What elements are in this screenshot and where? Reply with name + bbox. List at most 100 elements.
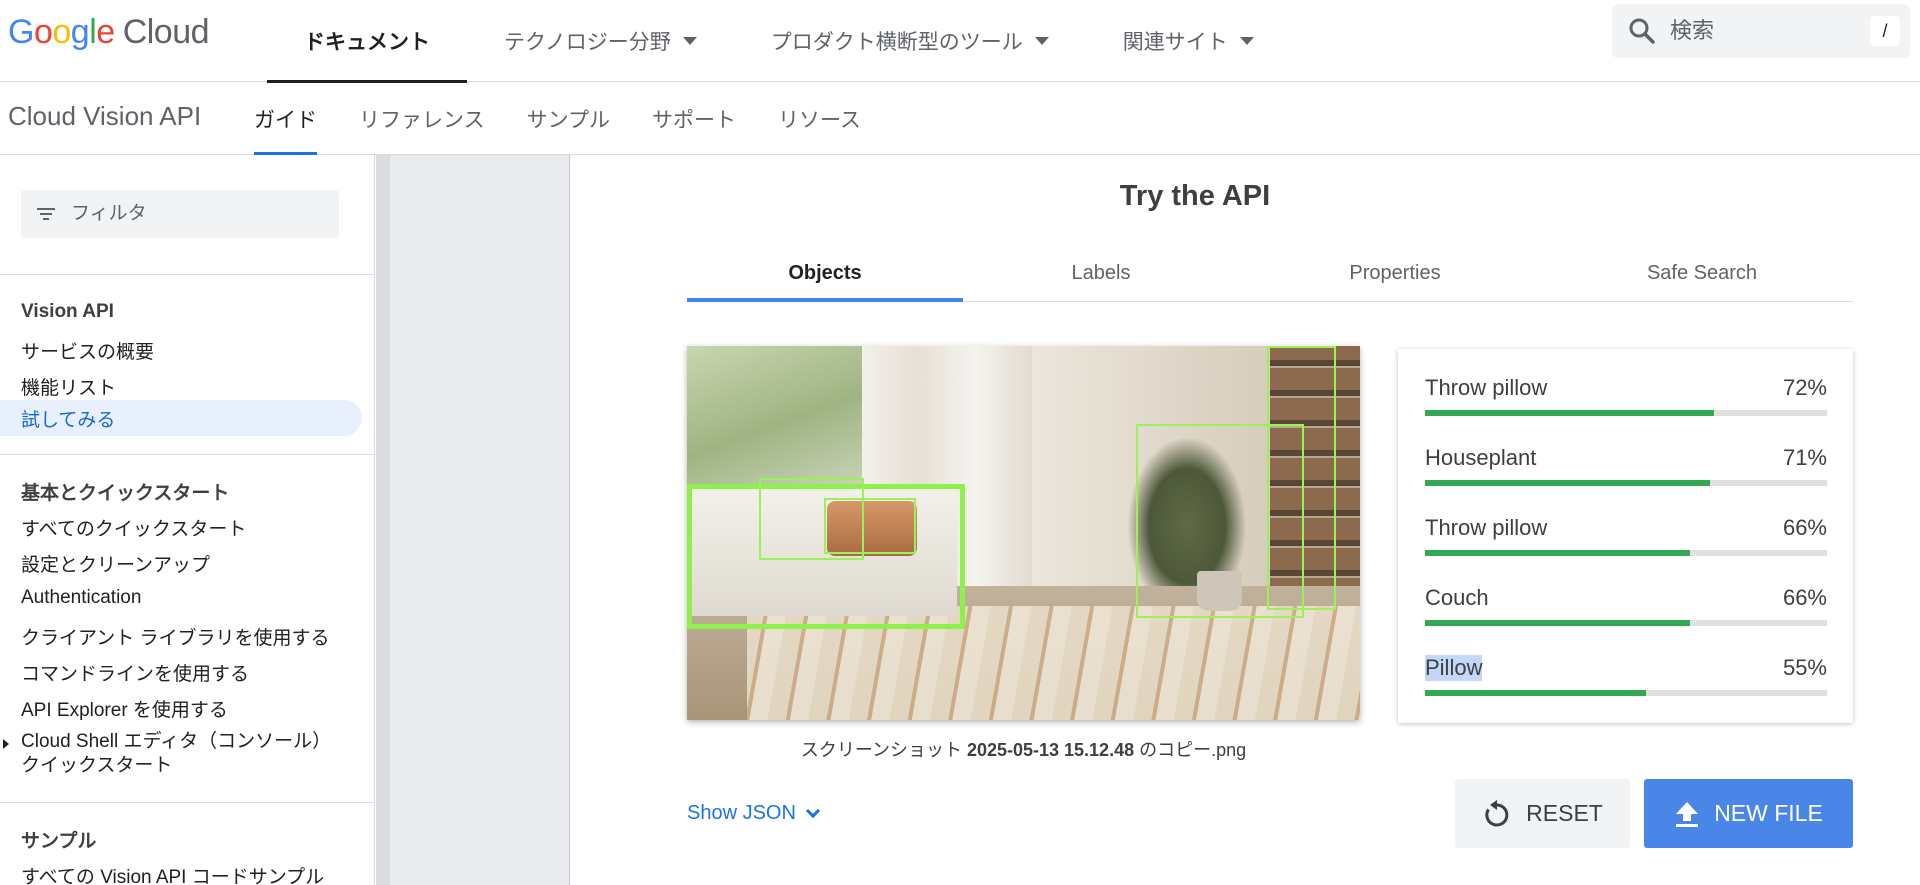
new-file-label: NEW FILE xyxy=(1714,800,1823,826)
nav-technology[interactable]: テクノロジー分野 xyxy=(467,0,734,82)
results-panel: Throw pillow 72% Houseplant 71% Throw pi… xyxy=(1398,349,1853,723)
tab-labels[interactable]: Labels xyxy=(963,250,1239,301)
nav-item-client-libraries[interactable]: クライアント ライブラリを使用する xyxy=(21,623,330,650)
result-row[interactable]: Couch 66% xyxy=(1425,585,1827,635)
nav-item-overview[interactable]: サービスの概要 xyxy=(21,337,154,364)
nav-item-all-quickstarts[interactable]: すべてのクイックスタート xyxy=(21,514,246,541)
nav-item-authentication[interactable]: Authentication xyxy=(21,587,141,609)
logo-letter: l xyxy=(89,12,97,51)
tab-label: サンプル xyxy=(526,109,610,132)
result-row[interactable]: Houseplant 71% xyxy=(1425,445,1827,495)
nav-item-command-line[interactable]: コマンドラインを使用する xyxy=(21,659,249,686)
chevron-down-icon xyxy=(805,803,821,818)
upload-icon xyxy=(1676,801,1699,827)
logo-letter: g xyxy=(70,12,90,51)
section-title-vision-api: Vision API xyxy=(21,301,114,322)
result-row[interactable]: Pillow 55% xyxy=(1425,655,1827,705)
logo-letter: o xyxy=(52,12,71,51)
result-label: Houseplant xyxy=(1425,445,1537,470)
tab-properties[interactable]: Properties xyxy=(1239,250,1551,301)
nav-label: ドキュメント xyxy=(304,31,430,54)
page-title-text: Try the API xyxy=(1119,180,1271,212)
caption-prefix: スクリーンショット xyxy=(800,740,967,760)
nav-item-cloud-shell[interactable]: Cloud Shell エディタ（コンソール） クイックスタート xyxy=(21,730,331,778)
divider xyxy=(0,454,375,455)
nav-item-api-explorer[interactable]: API Explorer を使用する xyxy=(21,695,228,722)
analyzed-image xyxy=(687,346,1360,720)
divider xyxy=(0,274,375,275)
nav-cross-product-tools[interactable]: プロダクト横断型のツール xyxy=(734,0,1086,82)
result-label: Throw pillow xyxy=(1425,375,1548,400)
tab-reference[interactable]: リファレンス xyxy=(338,83,506,155)
caret-down-icon xyxy=(1239,37,1254,45)
tab-support[interactable]: サポート xyxy=(631,83,757,155)
nav-item-all-code-samples[interactable]: すべての Vision API コードサンプル xyxy=(21,862,324,885)
nav-label: プロダクト横断型のツール xyxy=(770,31,1023,54)
nav-related-sites[interactable]: 関連サイト xyxy=(1086,0,1291,82)
nav-item-label: クイックスタート xyxy=(21,755,173,776)
tab-label: ガイド xyxy=(254,109,317,132)
nav-item-setup-cleanup[interactable]: 設定とクリーンアップ xyxy=(21,550,210,577)
tab-objects[interactable]: Objects xyxy=(687,250,963,302)
tab-safe-search[interactable]: Safe Search xyxy=(1551,250,1853,301)
nav-label: 関連サイト xyxy=(1122,31,1228,54)
product-name[interactable]: Cloud Vision API xyxy=(8,101,201,132)
result-percent: 71% xyxy=(1782,445,1827,470)
confidence-bar xyxy=(1425,480,1827,486)
product-tabs: ガイド リファレンス サンプル サポート リソース xyxy=(254,83,882,155)
result-label: Pillow xyxy=(1425,655,1483,681)
divider xyxy=(0,802,375,803)
confidence-bar xyxy=(1425,410,1827,416)
tab-guide[interactable]: ガイド xyxy=(254,83,338,155)
logo-suffix: Cloud xyxy=(122,12,210,51)
logo-letter: G xyxy=(8,12,34,51)
logo-letter: o xyxy=(33,12,53,51)
caption-date: 2025-05-13 15.12.48 xyxy=(966,740,1135,760)
result-row[interactable]: Throw pillow 66% xyxy=(1425,515,1827,565)
result-percent: 66% xyxy=(1782,515,1827,540)
show-json-toggle[interactable]: Show JSON xyxy=(687,802,821,825)
top-bar: Google Cloud ドキュメント テクノロジー分野 プロダクト横断型のツー… xyxy=(0,0,1920,83)
confidence-bar-fill xyxy=(1425,410,1715,416)
caption-suffix: のコピー.png xyxy=(1134,740,1247,760)
bounding-box-pillow[interactable] xyxy=(824,498,916,554)
tab-label: Labels xyxy=(1071,262,1131,284)
result-percent: 72% xyxy=(1782,375,1827,400)
filter-input[interactable] xyxy=(71,203,311,225)
tab-label: リファレンス xyxy=(359,109,485,132)
tab-resources[interactable]: リソース xyxy=(757,83,882,155)
new-file-button[interactable]: NEW FILE xyxy=(1644,779,1853,848)
reset-button[interactable]: RESET xyxy=(1455,779,1630,848)
nav-documents[interactable]: ドキュメント xyxy=(267,0,467,83)
nav-label: テクノロジー分野 xyxy=(504,31,671,54)
result-label: Throw pillow xyxy=(1425,515,1548,540)
bounding-box-throw-pillow-2[interactable] xyxy=(1267,346,1336,610)
result-percent: 55% xyxy=(1782,655,1827,680)
top-nav: ドキュメント テクノロジー分野 プロダクト横断型のツール 関連サイト xyxy=(267,0,1291,83)
tab-label: Safe Search xyxy=(1646,262,1758,284)
confidence-bar-fill xyxy=(1425,620,1691,626)
google-cloud-logo[interactable]: Google Cloud xyxy=(8,10,210,54)
nav-item-feature-list[interactable]: 機能リスト xyxy=(21,373,116,400)
confidence-bar xyxy=(1425,550,1827,556)
api-tabs: Objects Labels Properties Safe Search xyxy=(687,250,1853,302)
nav-item-try-it[interactable]: 試してみる xyxy=(0,400,362,436)
try-api-panel: Try the API Objects Labels Properties Sa… xyxy=(571,155,1920,885)
search-icon xyxy=(1628,17,1656,45)
image-filename: スクリーンショット 2025-05-13 15.12.48 のコピー.png xyxy=(687,736,1360,762)
show-json-label: Show JSON xyxy=(687,802,796,824)
confidence-bar-fill xyxy=(1425,690,1647,696)
filter-box[interactable] xyxy=(21,190,339,238)
confidence-bar-fill xyxy=(1425,550,1691,556)
tab-label: Objects xyxy=(788,262,862,284)
logo-letter: e xyxy=(96,12,115,51)
caret-down-icon xyxy=(682,37,697,45)
expand-triangle-icon[interactable] xyxy=(3,739,9,749)
search-input[interactable] xyxy=(1670,18,1860,44)
nav-item-label: 試してみる xyxy=(21,409,116,431)
search-box[interactable]: / xyxy=(1612,4,1910,58)
result-row[interactable]: Throw pillow 72% xyxy=(1425,375,1827,425)
filter-icon xyxy=(37,207,55,221)
tab-samples[interactable]: サンプル xyxy=(506,83,631,155)
search-shortcut-key: / xyxy=(1870,16,1900,46)
